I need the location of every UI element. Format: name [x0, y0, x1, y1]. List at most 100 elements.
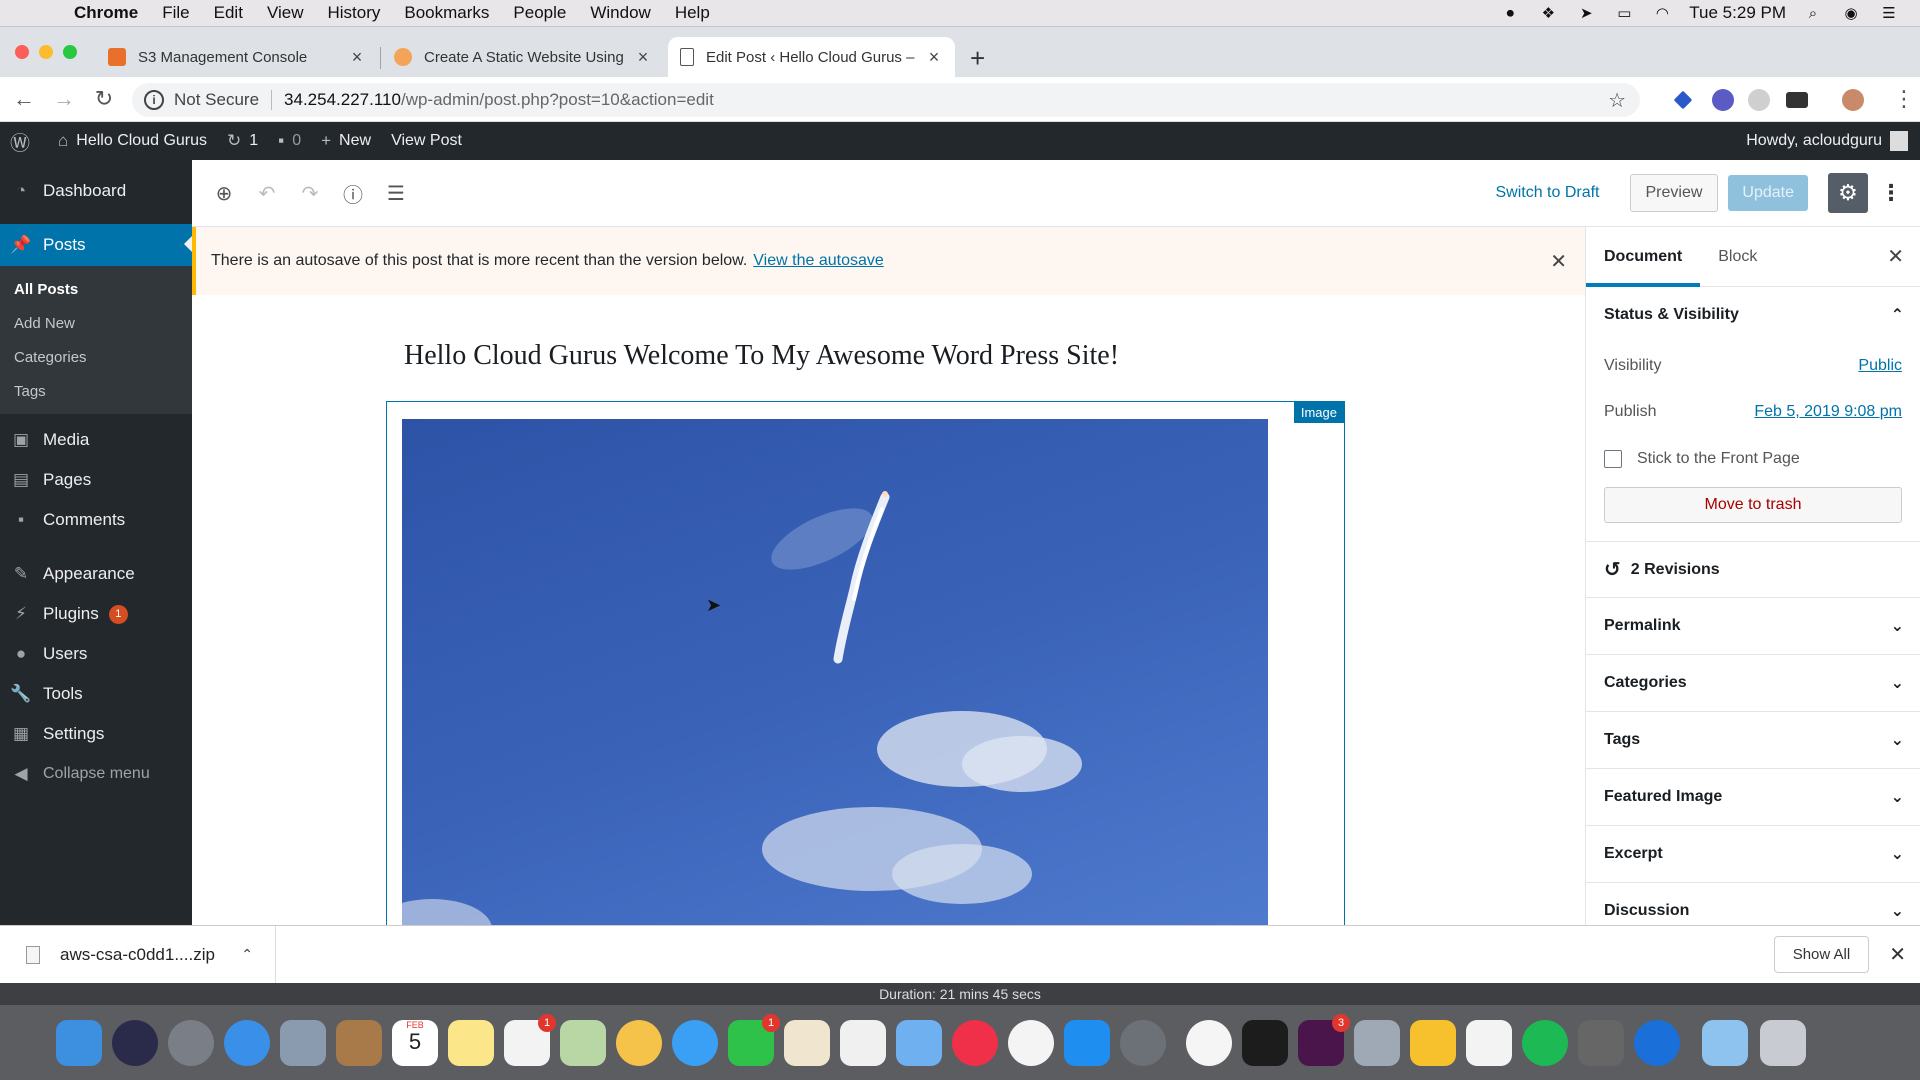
bee-app-icon[interactable]: [1410, 1020, 1456, 1066]
app-store-icon[interactable]: [1064, 1020, 1110, 1066]
sidebar-item-posts[interactable]: 📌 Posts: [0, 224, 192, 266]
preview-button[interactable]: Preview: [1629, 174, 1719, 212]
new-content-link[interactable]: + New: [321, 131, 371, 151]
close-settings-icon[interactable]: ✕: [1887, 244, 1904, 269]
comments-link[interactable]: ▪ 0: [278, 131, 301, 151]
photo-booth-icon[interactable]: [1578, 1020, 1624, 1066]
site-name-link[interactable]: ⌂ Hello Cloud Gurus: [58, 131, 207, 151]
menubar-clock[interactable]: Tue 5:29 PM: [1689, 3, 1786, 23]
new-tab-icon[interactable]: +: [970, 43, 985, 74]
featured-image-panel[interactable]: Featured Image ⌄: [1586, 769, 1920, 826]
location-icon[interactable]: ➤: [1575, 4, 1597, 22]
add-block-icon[interactable]: ⊕: [209, 178, 239, 208]
move-to-trash-button[interactable]: Move to trash: [1604, 487, 1902, 523]
status-visibility-toggle[interactable]: Status & Visibility ⌃: [1586, 287, 1920, 343]
submenu-tags[interactable]: Tags: [0, 374, 192, 408]
menu-app-name[interactable]: Chrome: [62, 3, 150, 23]
tab-close-icon[interactable]: ×: [634, 47, 652, 68]
url-host[interactable]: 34.254.227.110: [284, 90, 401, 110]
permalink-panel[interactable]: Permalink ⌄: [1586, 598, 1920, 655]
menu-help[interactable]: Help: [663, 3, 722, 23]
post-title[interactable]: Hello Cloud Gurus Welcome To My Awesome …: [404, 340, 1119, 372]
tags-panel[interactable]: Tags ⌄: [1586, 712, 1920, 769]
news-icon[interactable]: [952, 1020, 998, 1066]
submenu-categories[interactable]: Categories: [0, 340, 192, 374]
quicktime-icon[interactable]: [1634, 1020, 1680, 1066]
reload-icon[interactable]: ↻: [88, 86, 120, 112]
forward-icon[interactable]: →: [48, 86, 80, 112]
tab-edit-post[interactable]: Edit Post ‹ Hello Cloud Gurus – ×: [668, 37, 955, 77]
slack-icon[interactable]: 3: [1298, 1014, 1350, 1066]
block-navigation-icon[interactable]: ☰: [381, 178, 411, 208]
update-button[interactable]: Update: [1728, 175, 1808, 211]
sidebar-item-tools[interactable]: 🔧 Tools: [0, 674, 192, 714]
more-options-icon[interactable]: ⋮: [1880, 180, 1902, 206]
tab-close-icon[interactable]: ×: [925, 47, 943, 68]
launchpad-icon[interactable]: [168, 1020, 214, 1066]
revisions-link[interactable]: ↺ 2 Revisions: [1586, 542, 1920, 598]
publish-date-link[interactable]: Feb 5, 2019 9:08 pm: [1754, 403, 1902, 421]
photos-icon[interactable]: [616, 1020, 662, 1066]
discussion-panel[interactable]: Discussion ⌄: [1586, 883, 1920, 925]
notefile-icon[interactable]: [336, 1020, 382, 1066]
calendar-icon[interactable]: FEB 5: [392, 1020, 438, 1066]
rocket-launch-image[interactable]: [402, 419, 1268, 925]
facetime-icon[interactable]: 1: [728, 1014, 780, 1066]
notification-center-icon[interactable]: ☰: [1878, 4, 1900, 22]
preview-app-icon[interactable]: [280, 1020, 326, 1066]
show-all-button[interactable]: Show All: [1773, 936, 1870, 973]
categories-panel[interactable]: Categories ⌄: [1586, 655, 1920, 712]
content-info-icon[interactable]: ⓘ: [338, 178, 368, 208]
finder-icon[interactable]: [56, 1020, 102, 1066]
submenu-all-posts[interactable]: All Posts: [0, 272, 192, 306]
excerpt-panel[interactable]: Excerpt ⌄: [1586, 826, 1920, 883]
sidebar-item-comments[interactable]: ▪ Comments: [0, 500, 192, 540]
pages-app-icon[interactable]: [784, 1020, 830, 1066]
updates-link[interactable]: ↻ 1: [227, 131, 258, 151]
tab-s3-console[interactable]: S3 Management Console ×: [96, 37, 378, 77]
menu-edit[interactable]: Edit: [202, 3, 255, 23]
view-post-link[interactable]: View Post: [391, 132, 462, 150]
wifi-icon[interactable]: ◠: [1651, 4, 1673, 22]
account-menu[interactable]: Howdy, acloudguru: [1746, 131, 1908, 151]
stick-to-front-checkbox[interactable]: [1604, 450, 1622, 468]
terminal-icon[interactable]: [1242, 1020, 1288, 1066]
textedit-icon[interactable]: [1466, 1020, 1512, 1066]
close-shelf-icon[interactable]: ✕: [1889, 942, 1906, 967]
submenu-add-new[interactable]: Add New: [0, 306, 192, 340]
window-zoom-button[interactable]: [63, 45, 77, 59]
bookmark-star-icon[interactable]: ☆: [1608, 88, 1626, 113]
menu-people[interactable]: People: [501, 3, 578, 23]
menu-bookmarks[interactable]: Bookmarks: [392, 3, 501, 23]
menu-file[interactable]: File: [150, 3, 201, 23]
chrome-menu-icon[interactable]: ⋮: [1888, 86, 1920, 112]
not-secure-label[interactable]: Not Secure: [174, 90, 259, 110]
tab-block[interactable]: Block: [1700, 227, 1775, 287]
spotlight-search-icon[interactable]: ⌕: [1802, 4, 1824, 22]
undo-icon[interactable]: ↶: [252, 178, 282, 208]
tab-static-website[interactable]: Create A Static Website Using ×: [382, 37, 664, 77]
siri-icon[interactable]: ◉: [1840, 4, 1862, 22]
tab-document[interactable]: Document: [1586, 227, 1701, 287]
sidebar-item-pages[interactable]: ▤ Pages: [0, 460, 192, 500]
visibility-link[interactable]: Public: [1858, 357, 1902, 375]
system-preferences-icon[interactable]: [1120, 1020, 1166, 1066]
menu-history[interactable]: History: [315, 3, 392, 23]
numbers-icon[interactable]: [840, 1020, 886, 1066]
extension-diamond-icon[interactable]: [1673, 90, 1693, 110]
address-bar[interactable]: i Not Secure 34.254.227.110 /wp-admin/po…: [132, 83, 1640, 117]
sidebar-item-plugins[interactable]: ⚡ Plugins 1: [0, 594, 192, 634]
sidebar-item-appearance[interactable]: ✎ Appearance: [0, 554, 192, 594]
sidebar-item-settings[interactable]: ▦ Settings: [0, 714, 192, 754]
dropbox-icon[interactable]: ❖: [1537, 4, 1559, 22]
trash-icon[interactable]: [1760, 1020, 1806, 1066]
profile-avatar[interactable]: [1842, 89, 1864, 111]
keynote-icon[interactable]: [896, 1020, 942, 1066]
screenshot-icon[interactable]: [1354, 1020, 1400, 1066]
airplay-icon[interactable]: ▭: [1613, 4, 1635, 22]
chevron-up-icon[interactable]: ⌃: [241, 946, 253, 963]
wordpress-logo-icon[interactable]: Ⓦ: [10, 127, 38, 156]
menu-view[interactable]: View: [255, 3, 316, 23]
chrome-icon[interactable]: [1186, 1020, 1232, 1066]
siri-dock-icon[interactable]: [112, 1020, 158, 1066]
